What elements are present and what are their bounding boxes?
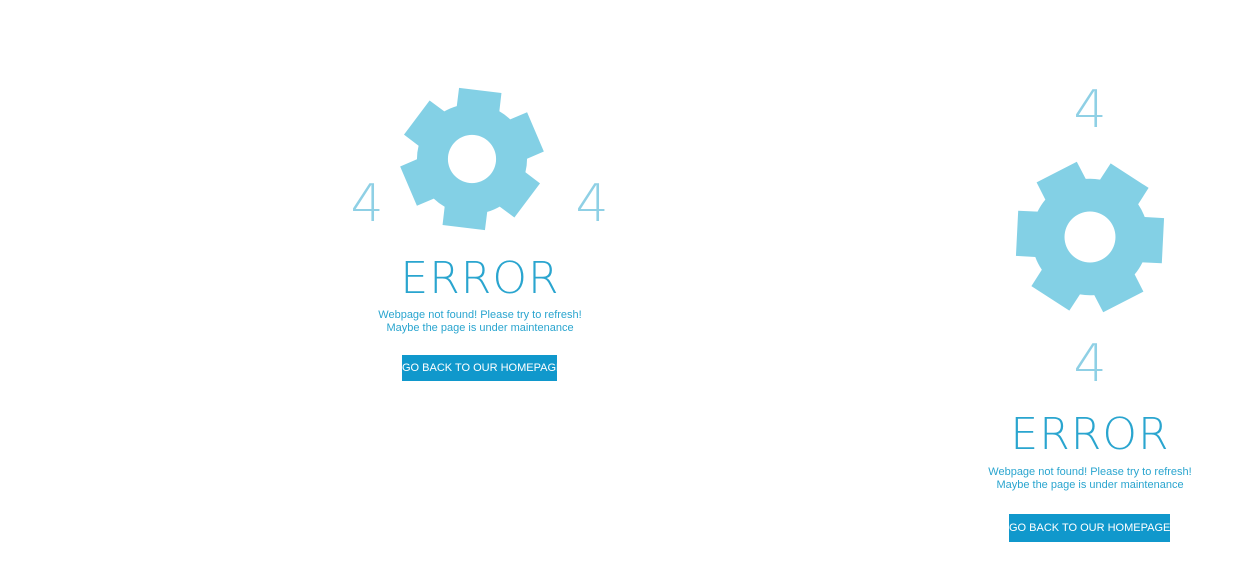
error-digit-top: 4 [1073,80,1107,140]
error-message-line2: Maybe the page is under maintenance [996,479,1184,491]
error-message-line1: Webpage not found! Please try to refresh… [988,466,1192,478]
error-title: ERROR [1010,409,1170,460]
error-digit-bottom: 4 [1073,334,1107,394]
error-panel-narrow: 4 4 ERROR Webpage not found! Please try … [0,0,1236,587]
gear-icon [1015,161,1165,313]
go-home-button[interactable]: GO BACK TO OUR HOMEPAGE [1009,514,1170,542]
